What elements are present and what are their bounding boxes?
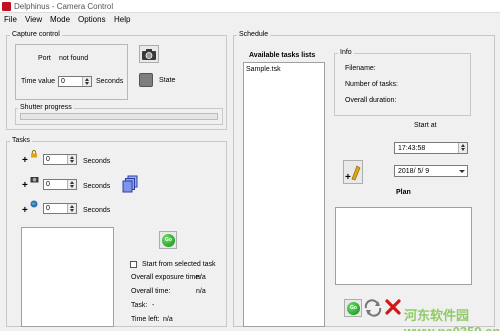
task-value: - <box>152 302 155 309</box>
start-time-picker[interactable]: 17:43:58 <box>394 142 468 154</box>
tasks-legend: Tasks <box>10 137 32 144</box>
chevron-down-icon[interactable] <box>458 167 466 175</box>
start-date-value[interactable]: 2018/ 5/ 9 <box>398 168 429 175</box>
spinner-arrows[interactable] <box>67 180 76 189</box>
task-row-1-value[interactable]: 0 <box>46 156 50 163</box>
copy-tasks-icon[interactable] <box>122 175 138 193</box>
task-row-2-spinner[interactable]: 0 <box>43 179 77 190</box>
available-tasks-listbox[interactable]: Sample.tsk <box>243 62 325 327</box>
svg-text:+: + <box>345 172 351 183</box>
task-label: Task: <box>131 302 148 309</box>
schedule-go-button[interactable]: Go <box>344 299 362 317</box>
overall-time-value: n/a <box>196 288 206 295</box>
menu-mode[interactable]: Mode <box>50 15 70 24</box>
time-value-spinner[interactable]: 0 <box>58 76 92 87</box>
overall-duration-label: Overall duration: <box>345 97 397 104</box>
filename-label: Filename: <box>345 65 376 72</box>
start-time-value[interactable]: 17:43:58 <box>398 145 425 152</box>
start-date-picker[interactable]: 2018/ 5/ 9 <box>394 165 468 177</box>
task-row-3-value[interactable]: 0 <box>46 205 50 212</box>
camera-icon <box>30 177 39 183</box>
camera-button[interactable] <box>139 45 159 63</box>
task-row-3-unit: Seconds <box>83 207 111 214</box>
menu-bar: File View Mode Options Help <box>0 13 500 26</box>
delete-icon[interactable] <box>384 298 402 316</box>
lock-icon <box>31 150 37 158</box>
time-spinner-arrows[interactable] <box>458 143 467 153</box>
capture-settings-panel <box>15 44 128 100</box>
overall-exposure-value: n/a <box>196 274 206 281</box>
plan-label: Plan <box>396 189 411 196</box>
shutter-progress-legend: Shutter progress <box>18 104 74 111</box>
go-icon: Go <box>347 302 360 315</box>
camera-icon <box>142 49 156 60</box>
menu-options[interactable]: Options <box>78 15 106 24</box>
capture-control-legend: Capture control <box>10 31 62 38</box>
task-row-2-unit: Seconds <box>83 183 111 190</box>
menu-file[interactable]: File <box>4 15 17 24</box>
start-from-selected-checkbox[interactable] <box>130 261 137 268</box>
tasks-listbox[interactable] <box>21 227 114 327</box>
add-to-plan-icon: + <box>345 165 361 183</box>
spinner-arrows[interactable] <box>67 155 76 164</box>
time-left-value: n/a <box>163 316 173 323</box>
time-value-input[interactable]: 0 <box>61 78 65 85</box>
state-indicator <box>139 73 153 87</box>
add-to-plan-button[interactable]: + <box>343 160 363 184</box>
globe-icon <box>30 200 38 208</box>
overall-time-label: Overall time: <box>131 288 171 295</box>
task-row-1-spinner[interactable]: 0 <box>43 154 77 165</box>
title-bar: Delphinus - Camera Control <box>0 0 500 13</box>
menu-view[interactable]: View <box>25 15 42 24</box>
spinner-arrows[interactable] <box>67 204 76 213</box>
time-unit-label: Seconds <box>96 78 124 85</box>
menu-help[interactable]: Help <box>114 15 130 24</box>
number-of-tasks-label: Number of tasks: <box>345 81 398 88</box>
go-icon: Go <box>162 234 175 247</box>
info-legend: Info <box>338 49 354 56</box>
available-tasks-title: Available tasks lists <box>249 52 316 59</box>
start-from-selected-label: Start from selected task <box>142 261 216 268</box>
shutter-progress-bar <box>20 113 218 120</box>
refresh-icon[interactable] <box>363 299 383 317</box>
add-globe-task-button[interactable]: + <box>22 205 28 216</box>
app-icon <box>2 2 11 11</box>
add-lock-task-button[interactable]: + <box>22 155 28 166</box>
start-at-label: Start at <box>414 122 437 129</box>
state-label: State <box>159 77 176 84</box>
task-row-3-spinner[interactable]: 0 <box>43 203 77 214</box>
window-title: Delphinus - Camera Control <box>14 2 114 11</box>
port-value: not found <box>59 55 89 62</box>
task-row-1-unit: Seconds <box>83 158 111 165</box>
spinner-arrows[interactable] <box>82 77 91 86</box>
tasks-go-button[interactable]: Go <box>159 231 177 249</box>
schedule-legend: Schedule <box>237 31 271 38</box>
available-task-item[interactable]: Sample.tsk <box>246 66 281 73</box>
time-value-label: Time value <box>21 78 55 85</box>
watermark-text: 河东软件园 www.pc0359.cn <box>404 308 500 331</box>
overall-exposure-label: Overall exposure time: <box>131 274 202 281</box>
plan-listbox[interactable] <box>335 207 472 285</box>
task-row-2-value[interactable]: 0 <box>46 181 50 188</box>
time-left-label: Time left: <box>131 316 160 323</box>
port-label: Port <box>38 55 51 62</box>
add-camera-task-button[interactable]: + <box>22 180 28 191</box>
